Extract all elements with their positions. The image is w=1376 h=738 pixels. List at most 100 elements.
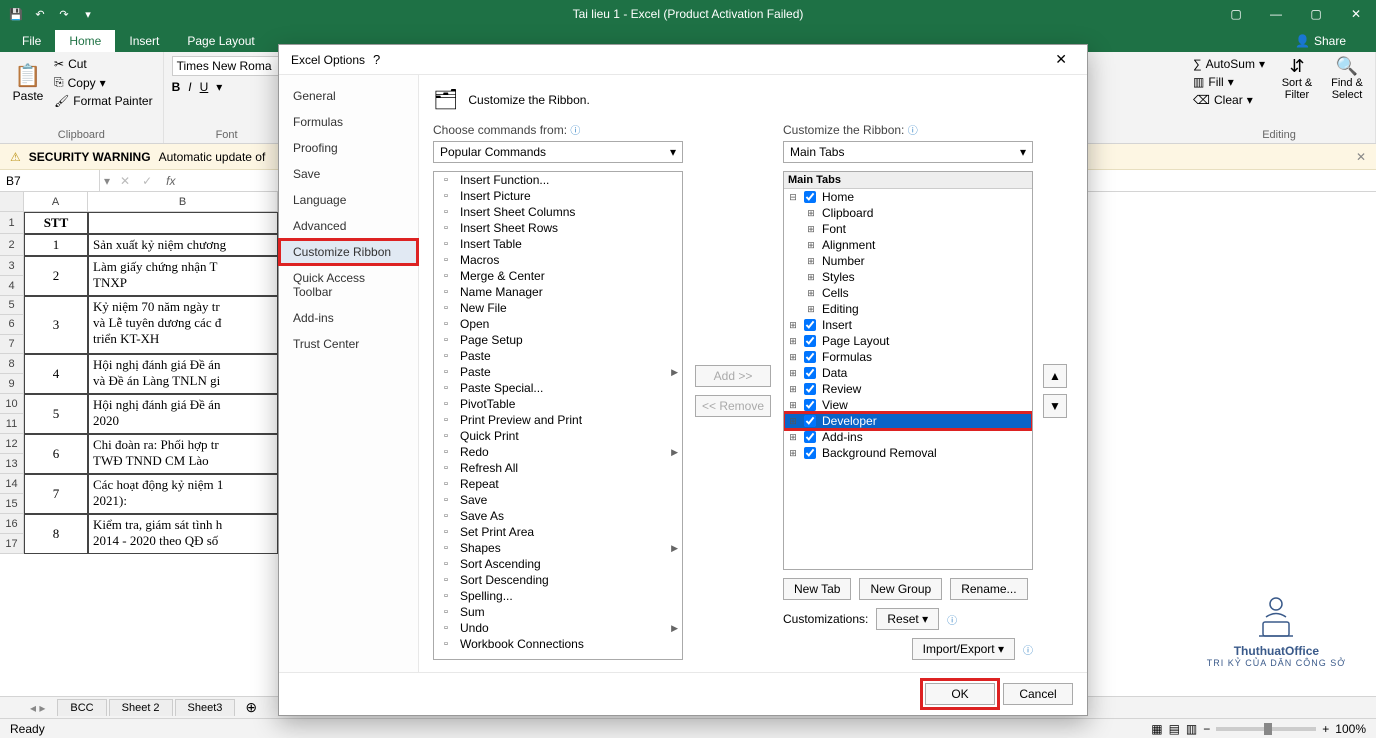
tree-item-alignment[interactable]: ⊞Alignment [784, 237, 1032, 253]
new-sheet-button[interactable]: ⊕ [237, 699, 265, 716]
command-item[interactable]: ▫Set Print Area [434, 524, 682, 540]
fx-icon[interactable]: fx [158, 174, 183, 188]
row-header[interactable]: 7 [0, 335, 24, 354]
tree-checkbox[interactable] [804, 351, 816, 363]
tree-item-editing[interactable]: ⊞Editing [784, 301, 1032, 317]
cell[interactable]: 1 [24, 234, 88, 256]
move-down-button[interactable]: ▼ [1043, 394, 1067, 418]
tree-checkbox[interactable] [804, 447, 816, 459]
nav-item-add-ins[interactable]: Add-ins [279, 305, 418, 331]
tree-item-data[interactable]: ⊞Data [784, 365, 1032, 381]
bold-button[interactable]: B [172, 80, 181, 94]
info-icon[interactable]: ⓘ [908, 126, 918, 137]
tree-item-review[interactable]: ⊞Review [784, 381, 1032, 397]
tree-item-insert[interactable]: ⊞Insert [784, 317, 1032, 333]
commands-listbox[interactable]: ▫Insert Function...▫Insert Picture▫Inser… [433, 171, 683, 660]
expand-icon[interactable]: ⊞ [788, 368, 798, 379]
view-page-break-icon[interactable]: ▥ [1186, 722, 1197, 736]
italic-button[interactable]: I [188, 80, 191, 94]
info-icon[interactable]: ⓘ [570, 126, 580, 137]
sheet-tab[interactable]: Sheet3 [175, 699, 236, 716]
command-item[interactable]: ▫Paste Special... [434, 380, 682, 396]
row-header[interactable]: 3 [0, 256, 24, 276]
column-header[interactable]: A [24, 192, 88, 212]
command-item[interactable]: ▫Sort Ascending [434, 556, 682, 572]
expand-icon[interactable]: ⊞ [806, 240, 816, 251]
cell[interactable]: STT [24, 212, 88, 234]
tab-page-layout[interactable]: Page Layout [173, 30, 268, 52]
command-item[interactable]: ▫Quick Print [434, 428, 682, 444]
expand-icon[interactable]: ⊞ [788, 384, 798, 395]
underline-button[interactable]: U [200, 80, 209, 94]
expand-icon[interactable]: ⊞ [788, 432, 798, 443]
tree-item-background-removal[interactable]: ⊞Background Removal [784, 445, 1032, 461]
tree-item-formulas[interactable]: ⊞Formulas [784, 349, 1032, 365]
row-header[interactable]: 13 [0, 454, 24, 474]
command-item[interactable]: ▫Open [434, 316, 682, 332]
command-item[interactable]: ▫Undo▶ [434, 620, 682, 636]
command-item[interactable]: ▫New File [434, 300, 682, 316]
ribbon-tabs-tree[interactable]: Main Tabs ⊟Home⊞Clipboard⊞Font⊞Alignment… [783, 171, 1033, 570]
expand-icon[interactable]: ⊞ [788, 416, 798, 427]
paste-button[interactable]: 📋 Paste [8, 63, 48, 103]
add-button[interactable]: Add >> [695, 365, 771, 387]
cell[interactable]: Hội nghị đánh giá Đề án và Đề án Làng TN… [88, 354, 278, 394]
command-item[interactable]: ▫Sort Descending [434, 572, 682, 588]
cell[interactable]: Kỷ niệm 70 năm ngày tr và Lễ tuyên dương… [88, 296, 278, 354]
zoom-slider[interactable] [1216, 727, 1316, 731]
command-item[interactable]: ▫Paste▶ [434, 364, 682, 380]
tree-item-font[interactable]: ⊞Font [784, 221, 1032, 237]
share-button[interactable]: 👤 Share [1285, 30, 1356, 52]
tab-home[interactable]: Home [55, 30, 115, 52]
tree-item-view[interactable]: ⊞View [784, 397, 1032, 413]
undo-icon[interactable]: ↶ [32, 6, 48, 22]
command-item[interactable]: ▫Insert Function... [434, 172, 682, 188]
command-item[interactable]: ▫Print Preview and Print [434, 412, 682, 428]
nav-item-advanced[interactable]: Advanced [279, 213, 418, 239]
autosum-button[interactable]: ∑AutoSum ▾ [1191, 56, 1267, 72]
row-header[interactable]: 17 [0, 534, 24, 554]
cell[interactable]: 2 [24, 256, 88, 296]
chevron-down-icon[interactable]: ▾ [100, 174, 114, 188]
tree-checkbox[interactable] [804, 335, 816, 347]
new-group-button[interactable]: New Group [859, 578, 942, 600]
nav-item-quick-access-toolbar[interactable]: Quick Access Toolbar [279, 265, 418, 305]
row-header[interactable]: 9 [0, 374, 24, 394]
expand-icon[interactable]: ⊞ [788, 400, 798, 411]
command-item[interactable]: ▫Sum [434, 604, 682, 620]
tree-checkbox[interactable] [804, 415, 816, 427]
cell[interactable]: Chi đoàn ra: Phối hợp tr TWĐ TNND CM Lào [88, 434, 278, 474]
find-select-button[interactable]: 🔍 Find & Select [1327, 56, 1367, 101]
tree-item-styles[interactable]: ⊞Styles [784, 269, 1032, 285]
expand-icon[interactable]: ⊞ [788, 352, 798, 363]
nav-item-trust-center[interactable]: Trust Center [279, 331, 418, 357]
command-item[interactable]: ▫Save [434, 492, 682, 508]
row-header[interactable]: 4 [0, 276, 24, 296]
row-header[interactable]: 2 [0, 234, 24, 256]
expand-icon[interactable]: ⊞ [806, 272, 816, 283]
row-header[interactable]: 14 [0, 474, 24, 494]
row-header[interactable]: 10 [0, 394, 24, 414]
sheet-tab[interactable]: BCC [57, 699, 106, 716]
sheet-nav-icon[interactable]: ◂ ▸ [30, 701, 55, 715]
tab-insert[interactable]: Insert [115, 30, 173, 52]
expand-icon[interactable]: ⊞ [806, 304, 816, 315]
new-tab-button[interactable]: New Tab [783, 578, 851, 600]
command-item[interactable]: ▫Workbook Connections [434, 636, 682, 652]
command-item[interactable]: ▫Save As [434, 508, 682, 524]
clear-button[interactable]: ⌫Clear ▾ [1191, 92, 1267, 108]
expand-icon[interactable]: ⊞ [788, 336, 798, 347]
tree-checkbox[interactable] [804, 383, 816, 395]
cell[interactable]: 7 [24, 474, 88, 514]
cell[interactable]: Sản xuất kỷ niệm chương [88, 234, 278, 256]
info-icon[interactable]: ⓘ [1023, 642, 1033, 657]
cut-button[interactable]: ✂Cut [52, 56, 155, 72]
command-item[interactable]: ▫Shapes▶ [434, 540, 682, 556]
expand-icon[interactable]: ⊞ [788, 320, 798, 331]
tree-checkbox[interactable] [804, 399, 816, 411]
font-name-dropdown[interactable]: Times New Roma [172, 56, 282, 76]
row-header[interactable]: 15 [0, 494, 24, 514]
row-header[interactable]: 8 [0, 354, 24, 374]
cancel-button[interactable]: Cancel [1003, 683, 1073, 705]
row-header[interactable]: 6 [0, 315, 24, 334]
